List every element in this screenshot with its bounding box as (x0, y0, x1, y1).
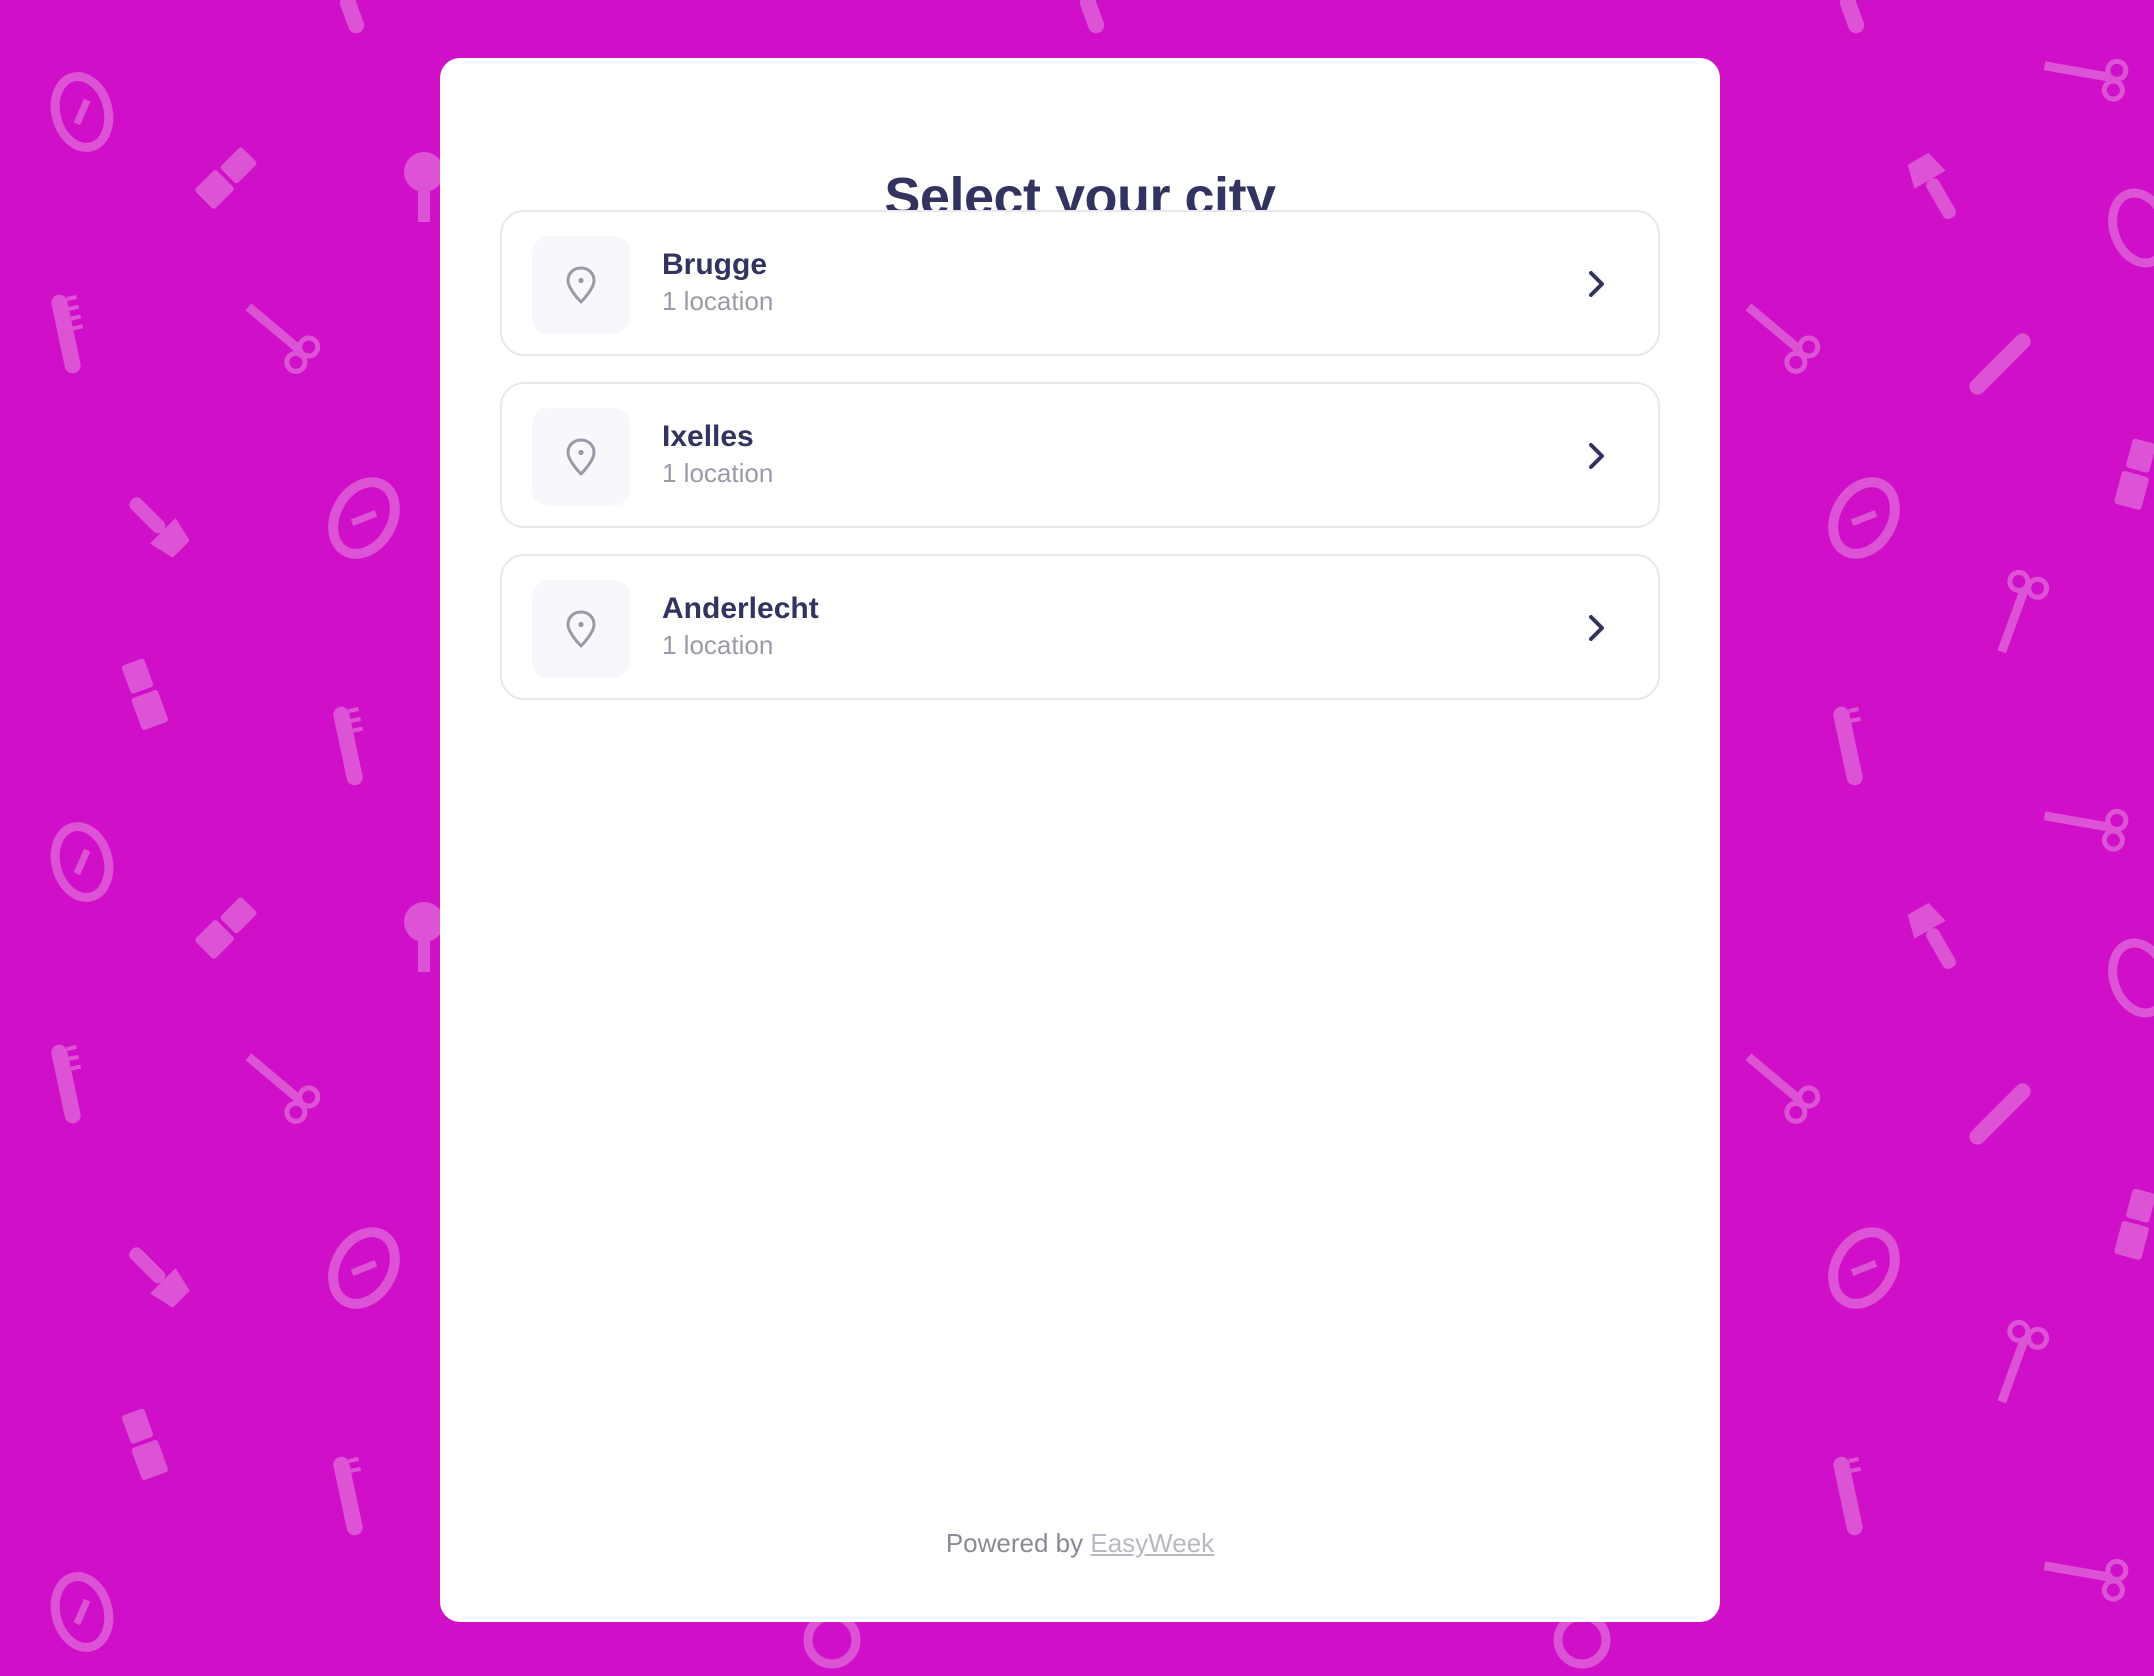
soap-icon (328, 477, 400, 559)
chevron-right-icon (1589, 443, 1604, 469)
hair-dryer-icon (339, 0, 365, 34)
comb-icon (333, 1456, 363, 1536)
soap-icon (803, 1611, 861, 1669)
city-list: Brugge 1 location Ixelles 1 location And… (500, 210, 1660, 726)
location-pin-icon (566, 610, 596, 648)
scissors-icon (2043, 1558, 2129, 1602)
hair-dryer-icon (404, 902, 444, 972)
soap-icon (1553, 1611, 1611, 1669)
city-location-count: 1 location (662, 286, 774, 316)
comb-icon (1969, 1083, 2031, 1145)
hair-dryer-icon (1839, 0, 1865, 34)
lipstick-icon (2114, 438, 2154, 510)
city-name: Ixelles (662, 420, 754, 453)
city-icon-box (532, 580, 630, 678)
scissors-icon (1997, 1319, 2050, 1404)
city-item-brugge[interactable]: Brugge 1 location (500, 210, 1660, 356)
soap-icon (2108, 938, 2154, 1018)
chevron-right-icon (1589, 615, 1604, 641)
scissors-icon (2043, 808, 2129, 852)
comb-icon (51, 294, 84, 374)
city-name: Anderlecht (662, 592, 819, 625)
scissors-icon (2043, 58, 2129, 102)
easyweek-link[interactable]: EasyWeek (1090, 1528, 1214, 1558)
hair-dryer-icon (1079, 0, 1105, 34)
comb-icon (51, 1044, 82, 1124)
brush-icon (1907, 152, 1956, 220)
scissors-icon (245, 1053, 321, 1124)
comb-icon (1969, 333, 2031, 395)
lipstick-icon (195, 897, 257, 959)
powered-by-footer: Powered by EasyWeek (440, 1528, 1720, 1559)
comb-icon (333, 706, 364, 786)
scissors-icon (1745, 303, 1821, 374)
soap-icon (50, 822, 114, 902)
lipstick-icon (121, 1408, 168, 1480)
soap-icon (2108, 188, 2154, 268)
scissors-icon (245, 303, 321, 374)
soap-icon (328, 1227, 400, 1309)
city-icon-box (532, 236, 630, 334)
powered-by-label: Powered by (945, 1528, 1084, 1558)
scissors-icon (1997, 569, 2050, 654)
scissors-icon (1745, 1053, 1821, 1124)
lipstick-icon (121, 658, 168, 730)
hair-dryer-icon (404, 152, 444, 222)
city-location-count: 1 location (662, 630, 774, 660)
chevron-right-icon (1589, 271, 1604, 297)
comb-icon (1833, 706, 1863, 786)
city-selection-card: Select your city Brugge 1 location Ixell… (440, 58, 1720, 1622)
city-icon-box (532, 408, 630, 506)
comb-icon (1833, 1456, 1863, 1536)
brush-icon (129, 1247, 190, 1308)
location-pin-icon (566, 266, 596, 304)
location-pin-icon (566, 438, 596, 476)
city-name: Brugge (662, 248, 767, 281)
brush-icon (129, 497, 190, 558)
soap-icon (50, 1572, 114, 1652)
brush-icon (1907, 902, 1956, 970)
city-location-count: 1 location (662, 458, 774, 488)
city-item-anderlecht[interactable]: Anderlecht 1 location (500, 554, 1660, 700)
lipstick-icon (2114, 1188, 2154, 1260)
city-item-ixelles[interactable]: Ixelles 1 location (500, 382, 1660, 528)
soap-icon (1828, 477, 1900, 559)
soap-icon (1828, 1227, 1900, 1309)
lipstick-icon (195, 147, 257, 209)
soap-icon (50, 72, 114, 152)
